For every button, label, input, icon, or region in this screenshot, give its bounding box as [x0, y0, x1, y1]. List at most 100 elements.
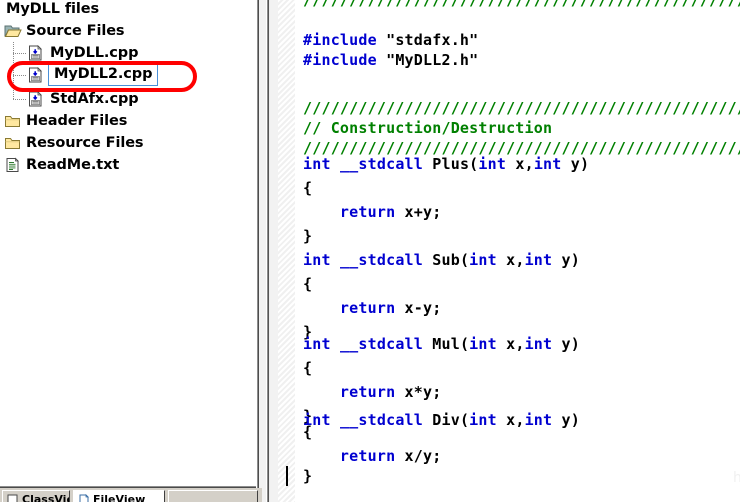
code-token-plain: x, [506, 155, 534, 173]
tree-item-stdafx-cpp-label: StdAfx.cpp [50, 90, 139, 107]
code-token-keyword: return [303, 203, 396, 221]
vc6-ide-window: MyDLL files Source Files MyDLL.cpp MyDLL… [0, 0, 740, 502]
tree-connector-line [10, 42, 27, 64]
code-token-plain: Mul( [423, 335, 470, 353]
code-text-area[interactable]: ////////////////////////////////////////… [295, 0, 740, 502]
code-token-keyword: int [533, 155, 562, 173]
tree-item-mydll2-cpp-label: MyDLL2.cpp [48, 64, 159, 86]
code-line: } [303, 224, 312, 248]
code-token-plain: Div( [423, 411, 470, 429]
tab-classview-label: ClassView [22, 493, 69, 502]
tree-item-root-label: MyDLL files [6, 0, 100, 17]
splitter-bar [266, 0, 270, 502]
tree-item-header-files[interactable]: Header Files [4, 110, 127, 132]
code-token-plain: Sub( [423, 251, 470, 269]
cpp-file-icon [28, 45, 46, 61]
code-token-plain: y) [552, 411, 580, 429]
code-line: int __stdcall Sub(int x,int y) [303, 248, 580, 272]
code-token-keyword: __stdcall [339, 335, 424, 353]
tree-item-mydll-cpp[interactable]: MyDLL.cpp [10, 42, 138, 64]
code-token-plain: { [303, 179, 313, 197]
cpp-file-icon [28, 91, 46, 107]
editor-selection-margin[interactable] [278, 0, 295, 502]
code-line: ////////////////////////////////////////… [303, 0, 740, 12]
tree-item-readme-txt-label: ReadMe.txt [26, 156, 120, 173]
tree-item-source-files-label: Source Files [26, 22, 125, 39]
code-token-keyword: int [469, 335, 497, 353]
code-token-plain: y) [552, 335, 580, 353]
code-token-plain: { [303, 275, 313, 293]
folder-closed-icon [4, 113, 22, 129]
code-line: int __stdcall Plus(int x,int y) [303, 152, 589, 176]
code-line: int __stdcall Div(int x,int y) [303, 408, 580, 432]
code-token-keyword: return [303, 299, 396, 317]
code-line: int __stdcall Mul(int x,int y) [303, 332, 580, 356]
code-line: { [303, 420, 312, 444]
code-token-keyword: __stdcall [339, 251, 424, 269]
code-token-keyword: int [303, 335, 331, 353]
tab-classview[interactable]: ClassView [2, 490, 70, 502]
code-token-plain: { [303, 359, 313, 377]
cpp-file-icon [28, 67, 46, 83]
code-line: #include "MyDLL2.h" [303, 48, 478, 72]
code-token-comment: ////////////////////////////////////////… [303, 0, 740, 9]
code-token-plain: x*y; [395, 383, 442, 401]
code-line: return x/y; [303, 444, 441, 468]
code-line: return x*y; [303, 380, 441, 404]
code-token-plain: y) [561, 155, 590, 173]
code-token-plain: x/y; [395, 447, 442, 465]
pane-splitter[interactable] [262, 0, 278, 502]
code-token-comment: // Construction/Destruction [303, 119, 553, 137]
code-token-plain: "stdafx.h" [376, 31, 479, 49]
code-line: } [303, 464, 312, 488]
tree-item-header-files-label: Header Files [26, 112, 128, 129]
code-token-keyword: __stdcall [339, 411, 424, 429]
workspace-fileview-pane: MyDLL files Source Files MyDLL.cpp MyDLL… [0, 0, 262, 488]
code-token-plain: } [303, 467, 313, 485]
code-token-keyword: return [303, 383, 396, 401]
folder-open-icon [4, 23, 22, 39]
code-token-keyword: return [303, 447, 396, 465]
code-token-keyword: int [303, 155, 331, 173]
code-token-plain: x-y; [395, 299, 442, 317]
code-token-keyword: #include [303, 51, 377, 69]
workspace-tab-strip: ClassView FileView [0, 488, 262, 502]
code-token-keyword: #include [303, 31, 377, 49]
tree-item-root[interactable]: MyDLL files [2, 0, 99, 20]
code-token-plain: x, [496, 411, 525, 429]
code-token-comment: ////////////////////////////////////////… [303, 99, 740, 117]
code-editor-pane[interactable]: ////////////////////////////////////////… [278, 0, 740, 502]
tree-item-readme-txt[interactable]: ReadMe.txt [4, 154, 119, 176]
code-token-keyword: int [469, 411, 497, 429]
code-line: return x-y; [303, 296, 441, 320]
fileview-icon [78, 493, 90, 502]
code-token-keyword: int [524, 251, 553, 269]
classview-icon [7, 494, 19, 502]
code-token-plain: { [303, 423, 313, 441]
tab-fileview[interactable]: FileView [73, 490, 165, 502]
folder-closed-icon [4, 135, 22, 151]
tree-item-resource-files-label: Resource Files [26, 134, 144, 151]
code-token-keyword: int [303, 251, 331, 269]
tree-item-resource-files[interactable]: Resource Files [4, 132, 144, 154]
tree-item-stdafx-cpp[interactable]: StdAfx.cpp [10, 88, 139, 110]
code-token-keyword: int [524, 411, 553, 429]
code-token-plain: x, [496, 335, 525, 353]
code-line: return x+y; [303, 200, 441, 224]
text-file-icon [4, 157, 22, 173]
project-tree[interactable]: MyDLL files Source Files MyDLL.cpp MyDLL… [0, 0, 262, 488]
tree-item-mydll2-cpp[interactable]: MyDLL2.cpp [10, 64, 159, 86]
code-token-plain: y) [552, 251, 580, 269]
tab-spare[interactable] [168, 490, 258, 502]
tree-connector-line [10, 64, 27, 86]
code-token-plain: x+y; [395, 203, 442, 221]
code-token-keyword: int [524, 335, 553, 353]
tree-connector-line [10, 88, 27, 110]
code-token-plain: } [303, 227, 313, 245]
tree-item-source-files[interactable]: Source Files [4, 20, 125, 42]
code-line: { [303, 272, 312, 296]
text-caret [286, 466, 288, 486]
